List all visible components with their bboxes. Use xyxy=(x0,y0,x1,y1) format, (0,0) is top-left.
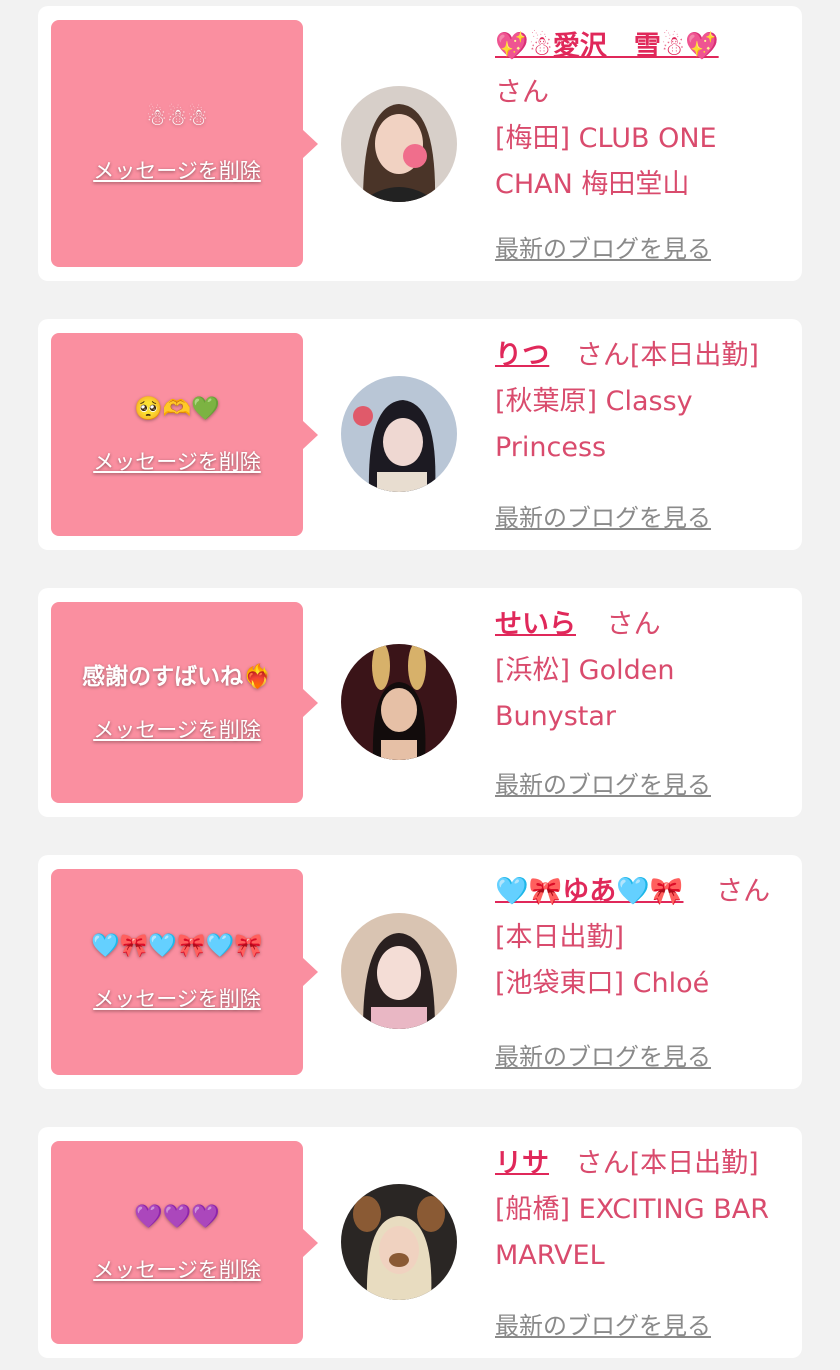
name-suffix: さん[本日出勤] xyxy=(575,1148,759,1179)
message-text: ☃☃☃ xyxy=(146,104,208,131)
delete-message-link[interactable]: メッセージを削除 xyxy=(93,1254,261,1284)
latest-blog-link[interactable]: 最新のブログを見る xyxy=(495,498,711,533)
message-card: ☃☃☃ メッセージを削除 💖☃愛沢 雪☃💖 さん [梅田] CLUB ONE C… xyxy=(38,6,802,281)
message-card: 🩵🎀🩵🎀🩵🎀 メッセージを削除 🩵🎀ゆあ🩵🎀 さん[本日出勤] [池袋東口] C… xyxy=(38,855,802,1089)
message-bubble: 💜💜💜 メッセージを削除 xyxy=(51,1141,318,1344)
delete-message-link[interactable]: メッセージを削除 xyxy=(93,446,261,476)
message-text: 🩵🎀🩵🎀🩵🎀 xyxy=(91,933,263,959)
shop-name: [秋葉原] Classy Princess xyxy=(495,386,693,463)
message-text: 🥺🫶💚 xyxy=(134,395,220,422)
avatar[interactable] xyxy=(341,644,457,760)
shop-name: [梅田] CLUB ONE CHAN 梅田堂山 xyxy=(495,123,717,200)
message-card: 🥺🫶💚 メッセージを削除 りつ さん[本日出勤] [秋葉原] Classy Pr… xyxy=(38,319,802,550)
delete-message-link[interactable]: メッセージを削除 xyxy=(93,155,261,185)
girl-name-link[interactable]: 💖☃愛沢 雪☃💖 xyxy=(495,31,719,62)
message-bubble: 🩵🎀🩵🎀🩵🎀 メッセージを削除 xyxy=(51,869,318,1075)
delete-message-link[interactable]: メッセージを削除 xyxy=(93,714,261,744)
shop-name: [池袋東口] Chloé xyxy=(495,968,710,999)
message-bubble: ☃☃☃ メッセージを削除 xyxy=(51,20,318,267)
message-card: 感謝のすばいね❤️‍🔥 メッセージを削除 せいら さん [浜松] Golden … xyxy=(38,588,802,817)
avatar[interactable] xyxy=(341,1184,457,1300)
latest-blog-link[interactable]: 最新のブログを見る xyxy=(495,765,711,800)
shop-name: [浜松] Golden Bunystar xyxy=(495,655,675,732)
name-suffix: さん xyxy=(606,609,661,640)
name-suffix: さん xyxy=(495,77,549,108)
message-text: 💜💜💜 xyxy=(134,1203,220,1230)
girl-name-link[interactable]: リサ xyxy=(495,1148,549,1179)
message-bubble: 🥺🫶💚 メッセージを削除 xyxy=(51,333,318,536)
girl-info: 💖☃愛沢 雪☃💖 さん [梅田] CLUB ONE CHAN 梅田堂山 xyxy=(495,24,785,208)
delete-message-link[interactable]: メッセージを削除 xyxy=(93,983,261,1013)
message-text: 感謝のすばいね❤️‍🔥 xyxy=(82,663,272,690)
message-bubble: 感謝のすばいね❤️‍🔥 メッセージを削除 xyxy=(51,602,318,803)
latest-blog-link[interactable]: 最新のブログを見る xyxy=(495,1306,711,1341)
latest-blog-link[interactable]: 最新のブログを見る xyxy=(495,229,711,264)
shop-name: [船橋] EXCITING BAR MARVEL xyxy=(495,1194,769,1271)
name-suffix: さん[本日出勤] xyxy=(575,340,759,371)
girl-name-link[interactable]: 🩵🎀ゆあ🩵🎀 xyxy=(495,876,683,907)
girl-info: りつ さん[本日出勤] [秋葉原] Classy Princess xyxy=(495,333,785,471)
message-card: 💜💜💜 メッセージを削除 リサ さん[本日出勤] [船橋] EXCITING B… xyxy=(38,1127,802,1358)
girl-info: せいら さん [浜松] Golden Bunystar xyxy=(495,602,785,740)
girl-info: リサ さん[本日出勤] [船橋] EXCITING BAR MARVEL xyxy=(495,1141,785,1279)
girl-name-link[interactable]: りつ xyxy=(495,340,549,371)
latest-blog-link[interactable]: 最新のブログを見る xyxy=(495,1037,711,1072)
avatar[interactable] xyxy=(341,86,457,202)
girl-name-link[interactable]: せいら xyxy=(495,609,576,640)
girl-info: 🩵🎀ゆあ🩵🎀 さん[本日出勤] [池袋東口] Chloé xyxy=(495,869,785,1007)
message-list: ☃☃☃ メッセージを削除 💖☃愛沢 雪☃💖 さん [梅田] CLUB ONE C… xyxy=(0,0,840,1370)
avatar[interactable] xyxy=(341,913,457,1029)
avatar[interactable] xyxy=(341,376,457,492)
